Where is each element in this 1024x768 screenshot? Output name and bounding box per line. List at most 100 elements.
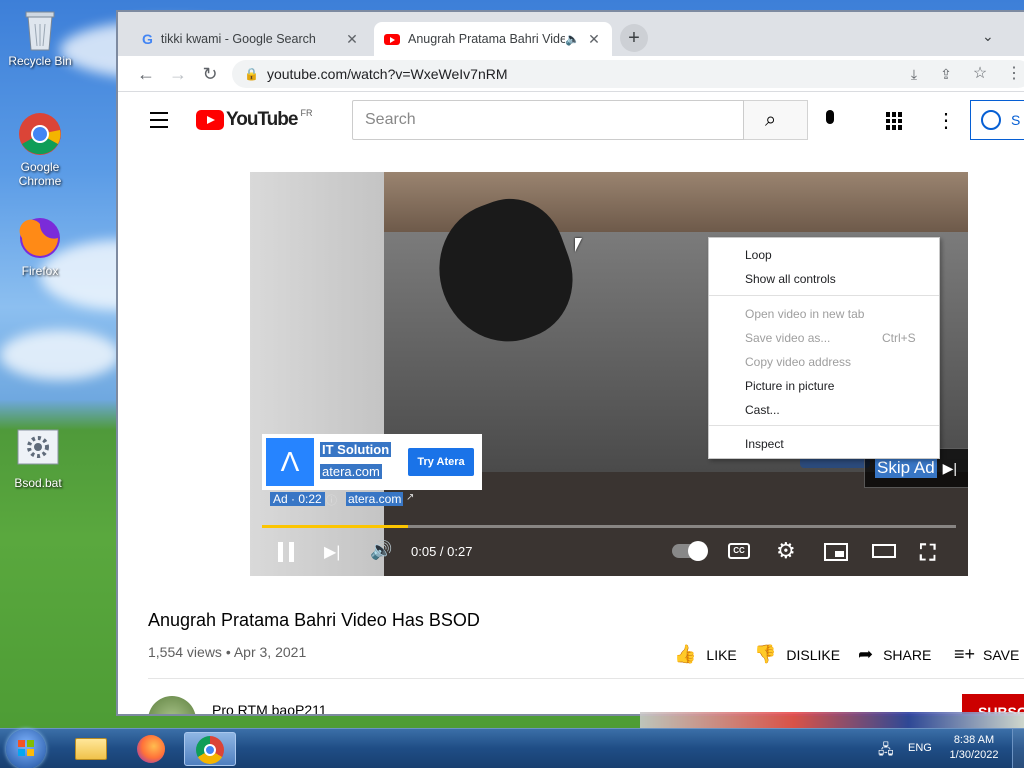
menu-icon[interactable]: ⋮ xyxy=(1004,64,1024,84)
ad-link[interactable]: atera.com xyxy=(346,492,404,506)
search-input[interactable]: Search xyxy=(352,100,744,140)
menu-item-save-video[interactable]: Save video as... xyxy=(745,331,830,345)
share-button[interactable]: ➦ SHARE xyxy=(858,644,931,665)
show-desktop-button[interactable] xyxy=(1012,729,1024,768)
context-menu: Loop Show all controls Open video in new… xyxy=(708,237,940,459)
windows-logo-icon xyxy=(18,740,34,756)
share-icon[interactable]: ⇪ xyxy=(936,64,956,84)
hamburger-menu-icon[interactable] xyxy=(150,112,168,128)
miniplayer-icon[interactable] xyxy=(824,543,848,561)
lock-icon: 🔒 xyxy=(244,67,259,81)
desktop-icon-label: Google Chrome xyxy=(18,160,62,188)
try-atera-button[interactable]: Try Atera xyxy=(408,448,474,476)
watch-page: Λ IT Solution atera.com Try Atera Ad · 0… xyxy=(118,150,1024,714)
desktop-icon-recycle-bin[interactable]: Recycle Bin xyxy=(2,6,78,68)
settings-more-icon[interactable]: ⋮ xyxy=(936,108,956,133)
bookmark-star-icon[interactable]: ☆ xyxy=(970,64,990,84)
tab-strip: G tikki kwami - Google Search ✕ Anugrah … xyxy=(118,12,1024,56)
menu-item-show-all-controls[interactable]: Show all controls xyxy=(745,272,836,286)
save-button[interactable]: ≡+ SAVE xyxy=(954,644,1019,665)
ad-info-icon[interactable]: ⓘ xyxy=(326,492,337,508)
desktop-icon-label: Firefox xyxy=(21,264,59,278)
apps-grid-icon[interactable] xyxy=(886,112,904,130)
menu-item-open-video-new-tab[interactable]: Open video in new tab xyxy=(745,307,864,321)
taskbar-firefox[interactable] xyxy=(126,732,176,766)
speaker-icon[interactable]: 🔈 xyxy=(565,32,580,46)
tab-google-search[interactable]: G tikki kwami - Google Search ✕ xyxy=(132,22,370,56)
firefox-icon xyxy=(18,216,62,260)
divider xyxy=(148,678,1024,679)
tab-title: tikki kwami - Google Search xyxy=(160,32,316,46)
like-button[interactable]: 👍 LIKE xyxy=(674,644,737,665)
tab-youtube[interactable]: Anugrah Pratama Bahri Vide 🔈 ✕ xyxy=(374,22,612,56)
back-icon[interactable]: ← xyxy=(136,64,156,84)
youtube-icon xyxy=(384,33,400,45)
taskbar-chrome[interactable] xyxy=(184,732,236,766)
tab-title: Anugrah Pratama Bahri Vide xyxy=(408,32,566,46)
desktop-icon-label: Bsod.bat xyxy=(14,476,62,490)
taskbar: 🖧 ENG 8:38 AM 1/30/2022 xyxy=(0,728,1024,768)
menu-separator xyxy=(709,425,939,426)
start-button[interactable] xyxy=(6,729,46,768)
pause-icon[interactable] xyxy=(278,542,294,562)
thumbs-down-icon: 👎 xyxy=(754,644,777,664)
video-player[interactable]: Λ IT Solution atera.com Try Atera Ad · 0… xyxy=(250,172,968,576)
taskbar-explorer[interactable] xyxy=(66,732,116,766)
country-code: FR xyxy=(300,108,313,118)
next-icon[interactable]: ▶| xyxy=(324,542,340,562)
account-icon xyxy=(981,110,1001,130)
dislike-button[interactable]: 👎 DISLIKE xyxy=(754,644,840,665)
theater-mode-icon[interactable] xyxy=(872,544,896,558)
youtube-header: YouTube FR Search ⌕ ⋮ S xyxy=(118,92,1024,150)
time-display: 0:05 / 0:27 xyxy=(411,544,473,559)
menu-item-inspect[interactable]: Inspect xyxy=(745,437,784,451)
forward-icon[interactable]: → xyxy=(168,64,188,84)
video-meta: 1,554 views • Apr 3, 2021 xyxy=(148,644,307,660)
url-text: youtube.com/watch?v=WxeWeIv7nRM xyxy=(266,66,508,82)
address-bar-row: ← → ↻ 🔒 youtube.com/watch?v=WxeWeIv7nRM … xyxy=(118,56,1024,92)
new-tab-button[interactable]: + xyxy=(620,24,648,52)
batch-file-icon xyxy=(16,428,60,472)
share-arrow-icon: ➦ xyxy=(858,644,874,664)
search-placeholder: Search xyxy=(365,111,416,128)
desktop-icon-firefox[interactable]: Firefox xyxy=(2,216,78,278)
desktop-icon-chrome[interactable]: Google Chrome xyxy=(2,112,78,188)
settings-gear-icon[interactable]: ⚙ xyxy=(776,538,796,564)
search-button[interactable]: ⌕ xyxy=(744,100,808,140)
ad-card[interactable]: Λ IT Solution atera.com Try Atera xyxy=(262,434,482,490)
menu-item-copy-video-address[interactable]: Copy video address xyxy=(745,355,851,369)
tab-search-icon[interactable]: ⌄ xyxy=(982,28,994,45)
desktop-icon-bsod-bat[interactable]: Bsod.bat xyxy=(0,428,76,490)
player-controls: ▶| 🔊 0:05 / 0:27 CC ⚙ ⛶ xyxy=(250,524,968,576)
network-icon[interactable]: 🖧 xyxy=(878,739,894,763)
channel-avatar[interactable] xyxy=(148,696,196,714)
channel-name[interactable]: Pro RTM baoP211 xyxy=(212,702,327,714)
chrome-window: G tikki kwami - Google Search ✕ Anugrah … xyxy=(116,10,1024,716)
menu-item-cast[interactable]: Cast... xyxy=(745,403,780,417)
ad-title: IT Solution xyxy=(320,442,392,457)
install-icon[interactable]: ⤓ xyxy=(904,64,924,84)
autoplay-toggle[interactable] xyxy=(672,541,708,561)
desktop-icon-label: Recycle Bin xyxy=(8,54,72,68)
youtube-logo[interactable]: YouTube FR xyxy=(196,108,313,131)
menu-item-loop[interactable]: Loop xyxy=(745,248,772,262)
folder-icon xyxy=(75,738,107,760)
video-frame-left-panel xyxy=(250,172,384,576)
volume-icon[interactable]: 🔊 xyxy=(370,540,392,561)
reload-icon[interactable]: ↻ xyxy=(200,64,220,84)
language-indicator[interactable]: ENG xyxy=(908,742,932,754)
voice-search-icon[interactable] xyxy=(824,110,836,130)
firefox-icon xyxy=(137,735,165,763)
skip-ad-label: Skip Ad xyxy=(875,458,937,478)
clock[interactable]: 8:38 AM 1/30/2022 xyxy=(946,733,1002,763)
atera-logo: Λ xyxy=(266,438,314,486)
fullscreen-icon[interactable]: ⛶ xyxy=(920,540,935,566)
sign-in-button[interactable]: S xyxy=(970,100,1024,140)
close-tab-icon[interactable]: ✕ xyxy=(586,31,602,48)
menu-item-picture-in-picture[interactable]: Picture in picture xyxy=(745,379,834,393)
google-icon: G xyxy=(142,31,153,47)
captions-icon[interactable]: CC xyxy=(728,543,750,559)
sign-in-label: S xyxy=(1011,112,1021,128)
menu-shortcut: Ctrl+S xyxy=(882,331,916,345)
close-tab-icon[interactable]: ✕ xyxy=(344,31,360,48)
